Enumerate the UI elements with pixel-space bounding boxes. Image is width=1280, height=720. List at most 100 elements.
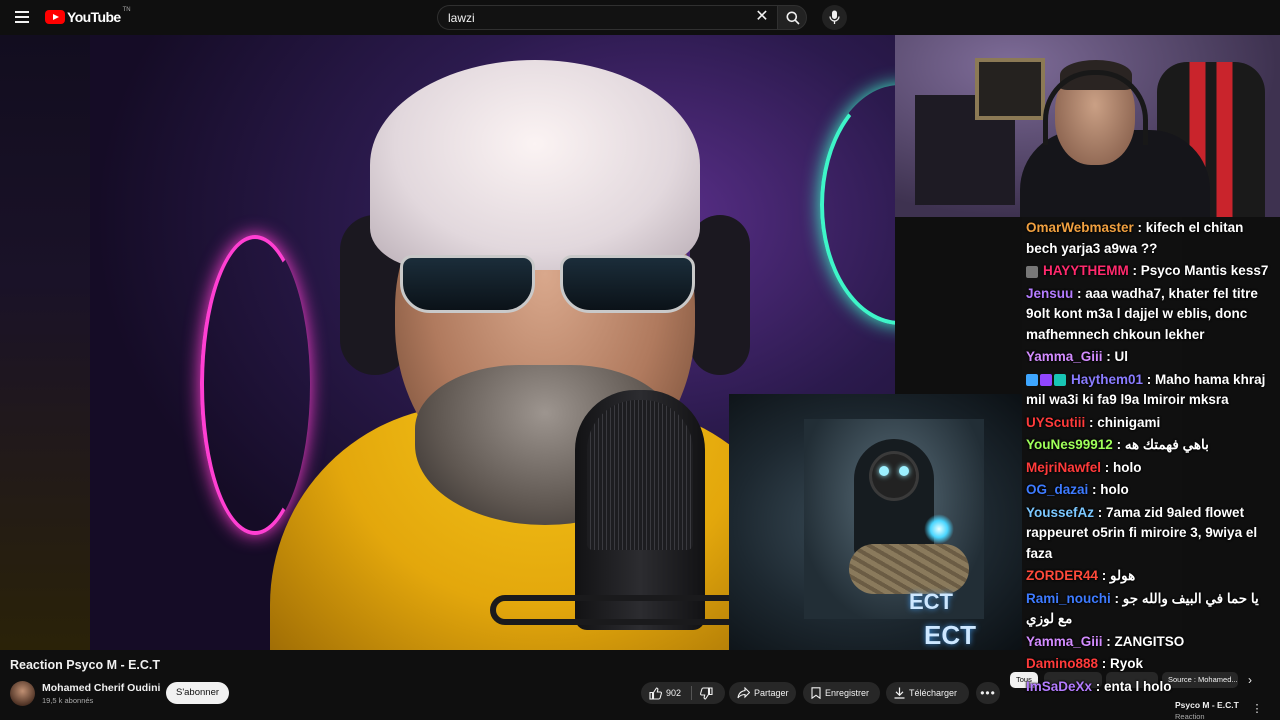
chat-separator: :	[1101, 459, 1114, 475]
chat-separator: :	[1098, 568, 1111, 584]
video-title: Reaction Psyco M - E.C.T	[10, 658, 161, 672]
download-button[interactable]: Télécharger	[886, 682, 969, 704]
chat-username[interactable]: OmarWebmaster	[1026, 220, 1134, 235]
chat-separator: :	[1133, 220, 1146, 235]
search-button[interactable]	[777, 5, 807, 30]
chat-username[interactable]: Rami_nouchi	[1026, 591, 1111, 606]
chat-separator: :	[1112, 437, 1125, 453]
electric-spark	[924, 514, 954, 544]
chat-username[interactable]: YoussefAz	[1026, 505, 1094, 520]
save-label: Enregistrer	[825, 688, 870, 698]
clear-search-icon[interactable]: ✕	[753, 8, 771, 26]
logo-text: YouTube	[67, 9, 121, 25]
channel-name[interactable]: Mohamed Cherif Oudini	[42, 682, 160, 694]
chat-text: Psyco Mantis kess7	[1140, 263, 1269, 278]
live-chat-overlay: OmarWebmaster : kifech el chitan bech ya…	[1022, 217, 1280, 720]
more-actions-button[interactable]: •••	[976, 682, 1000, 704]
ect-logo-bottom: ECT	[924, 620, 976, 650]
chat-text: Ryok	[1110, 656, 1144, 672]
save-button[interactable]: Enregistrer	[803, 682, 880, 704]
youtube-logo[interactable]: YouTube TN	[45, 7, 131, 25]
chat-message: Haythem01 : Maho hama khraj mil wa3i ki …	[1022, 369, 1280, 412]
gas-mask-eye-left	[879, 466, 889, 476]
chat-message: Damino888 : Ryok	[1022, 653, 1280, 676]
like-dislike-group: 902	[641, 682, 725, 704]
search-icon	[786, 11, 800, 25]
chat-username[interactable]: UYScutiii	[1026, 415, 1085, 430]
chat-text: chinigami	[1097, 414, 1161, 430]
chat-message: ImSaDeXx : enta l holo	[1022, 676, 1280, 699]
chat-badges	[1026, 370, 1068, 391]
download-label: Télécharger	[909, 688, 958, 698]
thumbs-down-icon[interactable]	[700, 686, 713, 700]
voice-search-button[interactable]	[822, 5, 847, 30]
search-box	[437, 5, 777, 30]
chat-username[interactable]: Yamma_Giii	[1026, 634, 1103, 649]
chat-separator: :	[1143, 371, 1156, 387]
webcam-picture-frame	[975, 58, 1045, 120]
chat-username[interactable]: Haythem01	[1071, 372, 1143, 387]
chat-username[interactable]: ImSaDeXx	[1026, 679, 1092, 694]
chat-username[interactable]: YouNes99912	[1026, 437, 1113, 452]
microphone-grill	[587, 400, 693, 550]
chat-username[interactable]: Yamma_Giii	[1026, 349, 1103, 364]
sunglasses	[400, 255, 700, 315]
chat-separator: :	[1128, 263, 1141, 278]
share-icon	[737, 687, 750, 699]
ect-logo-top: ECT	[909, 589, 953, 614]
chat-message: Rami_nouchi : يا حما في البيف والله جو م…	[1022, 588, 1280, 631]
chat-separator: :	[1110, 590, 1123, 606]
chat-separator: :	[1088, 482, 1101, 498]
chat-username[interactable]: MejriNawfel	[1026, 460, 1101, 475]
mic-icon	[829, 10, 840, 24]
chat-separator: :	[1102, 633, 1115, 649]
chat-badge-icon	[1026, 374, 1038, 387]
chat-separator: :	[1094, 504, 1107, 520]
chat-badges	[1026, 261, 1040, 282]
gas-mask-icon	[872, 454, 916, 498]
chat-message: OG_dazai : holo	[1022, 479, 1280, 502]
chat-message: YoussefAz : 7ama zid 9aled flowet rappeu…	[1022, 502, 1280, 566]
chat-message: Jensuu : aaa wadha7, khater fel titre 9o…	[1022, 283, 1280, 347]
chat-message: HAYYTHEMM : Psyco Mantis kess7	[1022, 260, 1280, 283]
chat-message: MejriNawfel : holo	[1022, 457, 1280, 480]
chat-badge-icon	[1026, 265, 1038, 278]
chat-separator: :	[1085, 414, 1098, 430]
ect-cover-art: ECT ECT	[729, 394, 1022, 650]
chat-message: Yamma_Giii : Ul	[1022, 346, 1280, 369]
chat-text: باهي فهمتك هه	[1124, 437, 1209, 453]
like-divider	[691, 686, 693, 700]
share-label: Partager	[754, 688, 789, 698]
cover-art-mummy	[849, 544, 969, 594]
neon-ring-pink	[200, 235, 310, 535]
chat-message: YouNes99912 : باهي فهمتك هه	[1022, 434, 1280, 457]
chat-username[interactable]: HAYYTHEMM	[1043, 263, 1129, 278]
channel-avatar[interactable]	[10, 681, 35, 706]
logo-country-code: TN	[122, 7, 131, 13]
share-button[interactable]: Partager	[729, 682, 796, 704]
chat-username[interactable]: Damino888	[1026, 656, 1098, 671]
like-count[interactable]: 902	[666, 682, 681, 704]
download-icon	[894, 687, 905, 699]
subscribe-button[interactable]: S'abonner	[166, 682, 230, 704]
chat-separator: :	[1102, 349, 1115, 365]
chat-separator: :	[1092, 678, 1105, 694]
search-input[interactable]	[448, 10, 738, 26]
bookmark-icon	[811, 687, 821, 699]
chat-badge-icon	[1040, 374, 1052, 387]
chat-username[interactable]: Jensuu	[1026, 286, 1073, 301]
chat-message: OmarWebmaster : kifech el chitan bech ya…	[1022, 217, 1280, 260]
chat-text: holo	[1100, 482, 1129, 498]
chat-separator: :	[1098, 656, 1111, 672]
chat-badge-icon	[1054, 374, 1066, 387]
menu-icon[interactable]	[12, 8, 32, 28]
thumbs-up-icon[interactable]	[649, 686, 662, 700]
chat-username[interactable]: OG_dazai	[1026, 482, 1088, 497]
chat-text: هولو	[1110, 568, 1136, 584]
chat-message: UYScutiii : chinigami	[1022, 412, 1280, 435]
more-dots-icon: •••	[980, 686, 996, 700]
chat-text: holo	[1113, 459, 1142, 475]
video-letterbox	[0, 35, 90, 650]
chat-username[interactable]: ZORDER44	[1026, 568, 1098, 583]
chat-text: Ul	[1114, 349, 1129, 365]
